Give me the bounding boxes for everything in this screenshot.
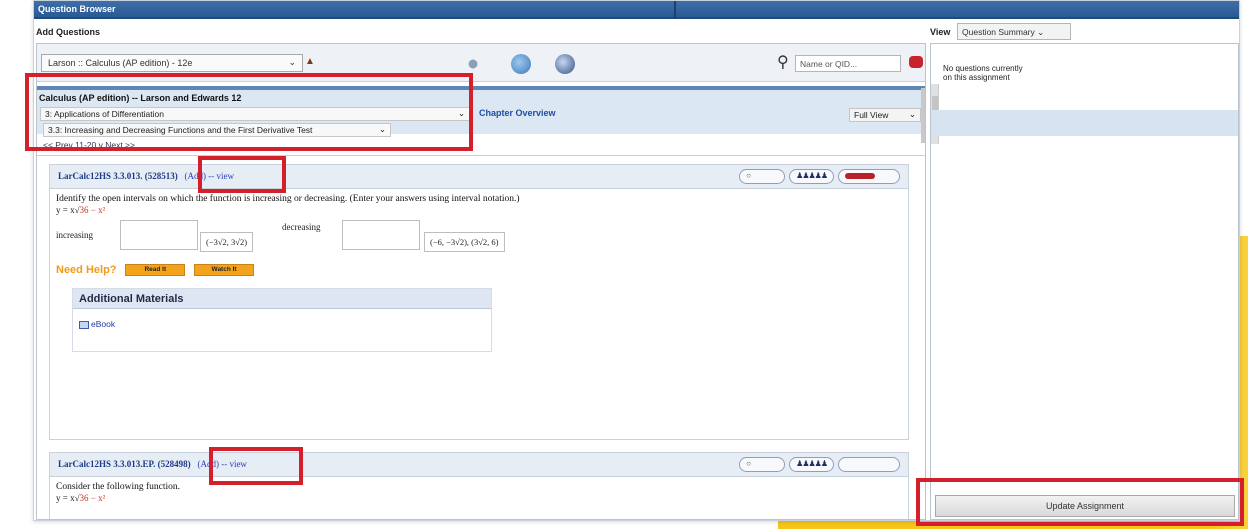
textbook-select[interactable]: Larson :: Calculus (AP edition) - 12e ⌄	[41, 54, 303, 72]
question-metrics: ○ ♟♟♟♟♟	[739, 169, 900, 184]
question-header: LarCalc12HS 3.3.013. (528513) (Add) -- v…	[50, 165, 908, 189]
textbook-select-value: Larson :: Calculus (AP edition) - 12e	[48, 58, 193, 68]
view-mode-select[interactable]: Full View ⌄	[849, 108, 921, 122]
question-prompt: Identify the open intervals on which the…	[56, 194, 520, 204]
qid-search-input[interactable]: Name or QID...	[795, 55, 901, 72]
view-label: View	[930, 27, 951, 37]
settings-icon[interactable]	[463, 54, 483, 74]
highlight-box	[209, 447, 303, 485]
increasing-label: increasing	[56, 230, 93, 240]
window-titlebar: Question Browser	[34, 1, 1239, 19]
equation: y = x√36 − x²	[50, 492, 908, 504]
difficulty-people-icon: ♟♟♟♟♟	[789, 457, 834, 472]
question-card: LarCalc12HS 3.3.013. (528513) (Add) -- v…	[49, 164, 909, 440]
question-card: LarCalc12HS 3.3.013.EP. (528498) (Add) -…	[49, 452, 909, 519]
increasing-answer-input[interactable]	[120, 220, 198, 250]
qid-search-placeholder: Name or QID...	[800, 59, 858, 69]
folder-icon[interactable]	[511, 54, 531, 74]
titlebar-separator	[674, 1, 676, 19]
additional-materials: Additional Materials eBook	[72, 288, 492, 352]
highlight-box	[198, 156, 286, 193]
equation-prefix: y = x√	[56, 205, 80, 215]
summary-band	[931, 110, 1238, 136]
equation-radicand: 36 − x²	[79, 205, 106, 215]
add-questions-heading: Add Questions	[36, 27, 101, 37]
ebook-icon	[79, 320, 89, 329]
go-icon[interactable]	[909, 56, 923, 68]
highlight-box	[916, 478, 1244, 526]
equation-radicand: 36 − x²	[79, 493, 106, 503]
search-icon[interactable]: ⚲	[777, 52, 789, 72]
help-row: Need Help? Read It Watch It	[50, 264, 908, 286]
view-select[interactable]: Question Summary ⌄	[957, 23, 1071, 40]
need-help-label: Need Help?	[56, 264, 117, 276]
ebook-link[interactable]: eBook	[91, 319, 115, 329]
decreasing-answer-input[interactable]	[342, 220, 420, 250]
question-header: LarCalc12HS 3.3.013.EP. (528498) (Add) -…	[50, 453, 908, 477]
usage-bar-fill	[845, 173, 875, 179]
additional-materials-heading: Additional Materials	[73, 289, 491, 309]
watch-it-button[interactable]: Watch It	[194, 264, 255, 277]
highlight-box	[25, 73, 473, 151]
question-metrics: ○ ♟♟♟♟♟	[739, 457, 900, 472]
decreasing-correct-answer: (−6, −3√2), (3√2, 6)	[424, 232, 505, 252]
answer-row: increasing (−3√2, 3√2) decreasing (−6, −…	[50, 220, 908, 260]
toggle-pill[interactable]: ○	[739, 457, 786, 472]
assignment-summary-panel: No questions currently on this assignmen…	[930, 43, 1239, 520]
increasing-correct-answer: (−3√2, 3√2)	[200, 232, 254, 252]
chevron-down-icon: ⌄	[288, 57, 296, 67]
view-mode-value: Full View	[854, 110, 889, 120]
view-select-value: Question Summary	[962, 27, 1035, 37]
chapter-overview-link[interactable]: Chapter Overview	[479, 108, 556, 118]
equation-prefix: y = x√	[56, 493, 80, 503]
question-id: LarCalc12HS 3.3.013. (528513)	[58, 171, 178, 181]
toggle-pill[interactable]: ○	[739, 169, 786, 184]
question-prompt: Consider the following function.	[56, 482, 181, 492]
additional-materials-body: eBook	[73, 309, 491, 351]
read-it-button[interactable]: Read It	[125, 264, 186, 277]
bookmark-icon[interactable]: ▲	[305, 56, 315, 67]
question-id: LarCalc12HS 3.3.013.EP. (528498)	[58, 459, 191, 469]
equation: y = x√36 − x²	[50, 204, 908, 216]
globe-icon[interactable]	[555, 54, 575, 74]
difficulty-people-icon: ♟♟♟♟♟	[789, 169, 834, 184]
usage-bar	[838, 169, 900, 184]
usage-bar	[838, 457, 900, 472]
window-title: Question Browser	[38, 4, 116, 14]
chevron-down-icon: ⌄	[1037, 27, 1045, 37]
chevron-down-icon: ⌄	[908, 109, 916, 119]
empty-assignment-message: No questions currently on this assignmen…	[943, 64, 1023, 82]
scrollbar[interactable]	[921, 88, 925, 143]
decreasing-label: decreasing	[282, 222, 321, 232]
